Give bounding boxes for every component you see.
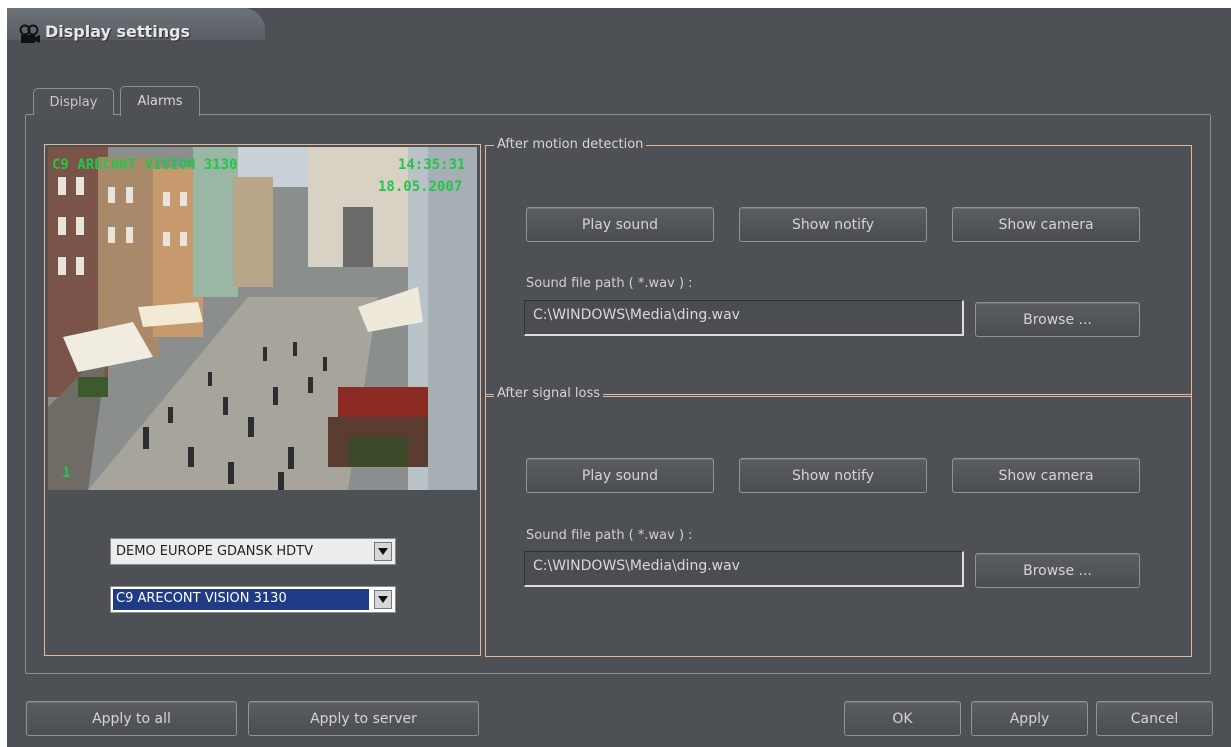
signal-group-title: After signal loss xyxy=(494,386,604,401)
camera-select[interactable]: C9 ARECONT VISION 3130 xyxy=(110,586,396,613)
motion-detection-group: After motion detection xyxy=(485,137,1192,397)
signal-path-label: Sound file path ( *.wav ) : xyxy=(526,528,693,543)
signal-path-input[interactable]: C:\WINDOWS\Media\ding.wav xyxy=(524,551,964,587)
motion-group-title: After motion detection xyxy=(494,137,647,152)
apply-to-server-button[interactable]: Apply to server xyxy=(248,701,479,736)
signal-browse-button[interactable]: Browse ... xyxy=(975,553,1140,588)
motion-browse-button[interactable]: Browse ... xyxy=(975,302,1140,337)
signal-loss-group: After signal loss xyxy=(485,386,1192,657)
tab-display[interactable]: Display xyxy=(33,88,114,115)
window-title: Display settings xyxy=(45,22,191,41)
chevron-down-icon[interactable] xyxy=(374,590,392,609)
motion-play-sound-button[interactable]: Play sound xyxy=(526,207,714,242)
camera-overlay-date: 18.05.2007 xyxy=(378,179,463,195)
motion-path-input[interactable]: C:\WINDOWS\Media\ding.wav xyxy=(524,300,964,336)
camera-overlay-name: C9 ARECONT VISION 3130 xyxy=(52,157,238,173)
street-scene-image xyxy=(48,147,477,490)
server-select[interactable]: DEMO EUROPE GDANSK HDTV xyxy=(110,538,396,565)
signal-show-camera-button[interactable]: Show camera xyxy=(952,458,1140,493)
motion-show-notify-button[interactable]: Show notify xyxy=(739,207,927,242)
camera-preview: C9 ARECONT VISION 3130 14:35:31 18.05.20… xyxy=(48,147,477,490)
cancel-button[interactable]: Cancel xyxy=(1096,701,1213,736)
apply-button[interactable]: Apply xyxy=(971,701,1088,736)
camera-icon xyxy=(19,24,40,43)
apply-to-all-button[interactable]: Apply to all xyxy=(26,701,237,736)
server-select-value: DEMO EUROPE GDANSK HDTV xyxy=(116,544,313,559)
camera-select-value: C9 ARECONT VISION 3130 xyxy=(113,589,369,610)
camera-overlay-time: 14:35:31 xyxy=(398,157,466,173)
ok-button[interactable]: OK xyxy=(844,701,961,736)
chevron-down-icon[interactable] xyxy=(374,542,392,561)
camera-overlay-index: 1 xyxy=(62,465,71,481)
title-bar: Display settings xyxy=(7,8,265,43)
tab-alarms[interactable]: Alarms xyxy=(120,86,200,116)
signal-show-notify-button[interactable]: Show notify xyxy=(739,458,927,493)
motion-show-camera-button[interactable]: Show camera xyxy=(952,207,1140,242)
signal-play-sound-button[interactable]: Play sound xyxy=(526,458,714,493)
motion-path-label: Sound file path ( *.wav ) : xyxy=(526,276,693,291)
